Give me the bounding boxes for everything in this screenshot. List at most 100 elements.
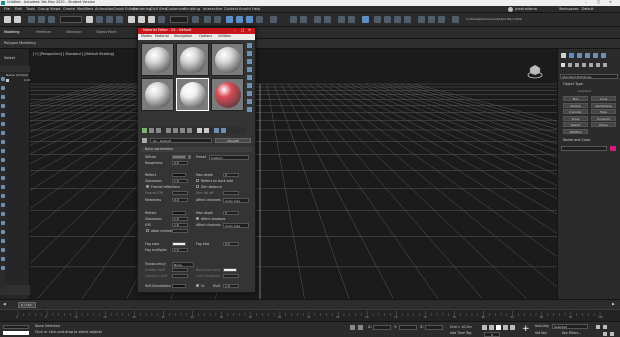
roughness-spinner[interactable]: 0.0 <box>172 161 188 165</box>
add-time-tag-button[interactable]: Add Time Tag <box>450 331 471 335</box>
menu-scripting[interactable]: Scripting <box>184 7 200 12</box>
set-key-button[interactable]: Set Key <box>535 331 547 335</box>
translucency-select[interactable]: None <box>172 262 194 267</box>
menu-views[interactable]: Views <box>50 7 60 12</box>
spinner-snap-icon[interactable] <box>256 16 263 23</box>
time-slider-prev[interactable]: ◀ <box>3 302 6 307</box>
affect-shadows-checkbox[interactable] <box>196 217 199 220</box>
track-bar[interactable]: 0 5 10 15 20 25 30 35 40 45 50 55 60 65 70 75 80 85 90 95 10… <box>0 309 620 321</box>
create-box-button[interactable]: Box <box>563 96 588 101</box>
ior-spinner[interactable]: 1.6 <box>172 223 188 227</box>
x-coordinate-field[interactable] <box>373 325 391 330</box>
selection-lock-icon[interactable] <box>358 325 363 330</box>
material-name-field[interactable]: 01 - Default <box>150 138 212 143</box>
create-geosphere-button[interactable]: GeoSphere <box>591 102 616 108</box>
go-to-parent-icon[interactable] <box>214 128 219 133</box>
menu-file[interactable]: File <box>4 7 10 12</box>
tab-freeform[interactable]: Freeform <box>36 30 51 34</box>
mirror-icon[interactable] <box>290 16 297 23</box>
material-editor-menu-options[interactable]: Options <box>199 34 212 38</box>
material-id-channel-icon[interactable] <box>187 128 192 133</box>
maxscript-listener[interactable] <box>3 325 29 329</box>
fresnel-checkbox[interactable] <box>146 185 149 188</box>
create-textplus-button[interactable]: TextPlus <box>563 128 588 134</box>
create-sphere-button[interactable]: Sphere <box>563 102 588 108</box>
menu-content[interactable]: Content <box>224 7 238 12</box>
bind-spacewarp-icon[interactable] <box>48 16 55 23</box>
maxscript-output[interactable] <box>3 331 29 335</box>
pan-icon[interactable] <box>603 332 607 336</box>
fog-bias-spinner[interactable]: 0.0 <box>223 242 239 246</box>
gi-checkbox[interactable] <box>196 284 199 287</box>
scene-explorer-filter-icon[interactable] <box>1 266 5 270</box>
primitive-type-select[interactable]: Standard Primitives <box>560 74 618 79</box>
material-editor-menu-material[interactable]: Material <box>155 34 169 38</box>
glossiness-spinner[interactable]: 1.0 <box>172 179 188 183</box>
scene-explorer-filter-icon[interactable] <box>1 140 5 144</box>
menu-help[interactable]: Help <box>252 7 260 12</box>
create-cone-button[interactable]: Cone <box>591 96 616 101</box>
z-coordinate-field[interactable] <box>425 325 443 330</box>
material-editor-icon[interactable] <box>362 16 369 23</box>
previous-frame-icon[interactable] <box>489 325 494 330</box>
menu-modifiers[interactable]: Modifiers <box>77 7 93 12</box>
backlight-icon[interactable] <box>247 51 252 56</box>
material-editor-menu-modes[interactable]: Modes <box>141 34 152 38</box>
time-slider[interactable]: 0 / 100 ◀ ▶ <box>0 299 620 309</box>
go-to-start-icon[interactable] <box>482 325 487 330</box>
fog-color-swatch[interactable] <box>172 242 186 246</box>
scene-explorer-filter-icon[interactable] <box>1 230 5 234</box>
user-name[interactable]: jnasirallama <box>515 7 537 12</box>
abbe-number-checkbox[interactable] <box>146 229 149 232</box>
time-slider-handle[interactable]: 0 / 100 <box>18 302 36 308</box>
autogrid-checkbox[interactable]: AutoGrid <box>578 90 591 93</box>
material-sample-slot[interactable] <box>141 78 174 111</box>
scene-explorer-filter-icon[interactable] <box>1 104 5 108</box>
modify-tab-icon[interactable] <box>569 53 574 58</box>
placement-icon[interactable] <box>158 16 165 23</box>
menu-animation[interactable]: Animation <box>95 7 113 12</box>
scene-explorer-filter-icon[interactable] <box>1 167 5 171</box>
snaps-toggle-icon[interactable] <box>226 16 233 23</box>
material-sample-slot[interactable] <box>176 43 209 76</box>
create-pyramid-button[interactable]: Pyramid <box>591 115 616 121</box>
maximize-viewport-icon[interactable] <box>610 332 614 336</box>
make-unique-icon[interactable] <box>173 128 178 133</box>
material-editor-menu-navigation[interactable]: Navigation <box>174 34 192 38</box>
close-button[interactable]: ✕ <box>609 0 612 4</box>
material-sample-slot[interactable] <box>211 43 244 76</box>
refract-affect-channels-select[interactable]: Color only <box>223 223 249 228</box>
background-icon[interactable] <box>247 59 252 64</box>
scene-explorer-filter-icon[interactable] <box>1 176 5 180</box>
reflect-max-depth-spinner[interactable]: 5 <box>223 173 239 177</box>
go-forward-to-sibling-icon[interactable] <box>221 128 226 133</box>
orbit-icon[interactable] <box>603 325 607 329</box>
selection-filter-select[interactable] <box>60 16 82 23</box>
refract-color-swatch[interactable] <box>172 211 186 215</box>
tab-selection[interactable]: Selection <box>66 30 82 34</box>
create-cylinder-button[interactable]: Cylinder <box>563 109 588 114</box>
put-to-library-icon[interactable] <box>180 128 185 133</box>
perspective-viewport[interactable]: [+] [Perspective] [ Standard ] [Default … <box>30 49 557 299</box>
geometry-icon[interactable] <box>561 63 565 67</box>
scene-explorer-select-label[interactable]: Select <box>4 56 15 61</box>
lights-icon[interactable] <box>575 63 579 67</box>
keyboard-shortcut-icon[interactable] <box>214 16 221 23</box>
percent-snap-icon[interactable] <box>246 16 253 23</box>
vray-icon[interactable] <box>418 16 425 23</box>
scene-explorer-filter-icon[interactable] <box>1 221 5 225</box>
scale-icon[interactable] <box>148 16 155 23</box>
abbe-number-spinner[interactable] <box>172 229 188 233</box>
viewcube-icon[interactable] <box>527 63 543 79</box>
window-crossing-icon[interactable] <box>116 16 123 23</box>
schematic-view-icon[interactable] <box>348 16 355 23</box>
material-sample-slot[interactable] <box>176 78 209 111</box>
polygon-modeling-label[interactable]: Polygon Modeling <box>4 41 36 46</box>
show-shaded-material-icon[interactable] <box>197 128 202 133</box>
unlink-icon[interactable] <box>38 16 45 23</box>
pivot-icon[interactable] <box>192 16 199 23</box>
reflect-on-back-checkbox[interactable] <box>196 179 199 182</box>
zoom-icon[interactable] <box>596 325 600 329</box>
video-color-check-icon[interactable] <box>247 75 252 80</box>
scene-explorer-filter-icon[interactable] <box>1 77 5 81</box>
